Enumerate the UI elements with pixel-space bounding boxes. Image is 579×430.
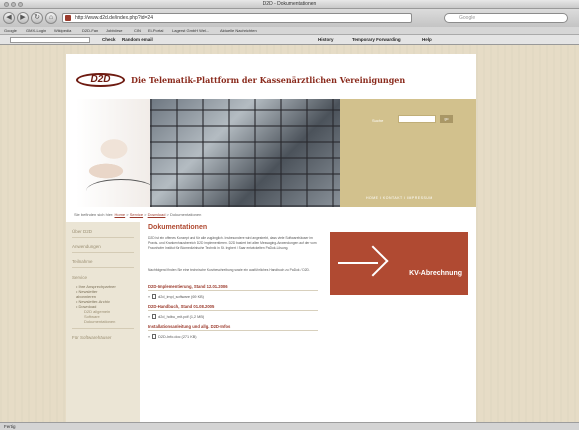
site-search-input[interactable]: [398, 115, 436, 123]
bookmark-item[interactable]: Google: [4, 27, 17, 35]
toolbar-forwarding-button[interactable]: Temporary Forwarding: [352, 35, 401, 45]
google-toolbar: Check Random email History Temporary For…: [0, 35, 579, 45]
download-link[interactable]: » d2d_hdbu_mit.pdf (1,2 MB): [148, 314, 204, 319]
intro-paragraph: D2D ist ein offenes Konzept und für alle…: [148, 236, 317, 250]
browser-toolbar: ◀ ▶ ↻ ⌂ http://www.d2d.de/index.php?id=2…: [0, 9, 579, 27]
address-bar-text: http://www.d2d.de/index.php?id=24: [75, 15, 153, 21]
breadcrumb-current: Dokumentationen: [169, 212, 202, 217]
bookmark-item[interactable]: Aktuelle Nachrichten: [220, 27, 257, 35]
kv-abrechnung-teaser[interactable]: KV-Abrechnung: [330, 232, 468, 295]
sidebar-item-anwendungen[interactable]: Anwendungen: [72, 244, 101, 249]
bookmark-item[interactable]: Jobbörse: [106, 27, 122, 35]
page-title: Dokumentationen: [148, 224, 208, 231]
status-bar: Fertig: [0, 422, 579, 430]
section-heading: D2D-Implementierung, Stand 12.01.2006: [148, 284, 228, 289]
top-links[interactable]: HOME I KONTAKT I IMPRESSUM: [366, 196, 433, 200]
window-titlebar: D2D - Dokumentationen: [0, 0, 579, 9]
download-file-label: d2d_impl_software (69 KB): [158, 295, 204, 299]
sidebar-item-service[interactable]: Service: [72, 275, 87, 280]
d2d-logo[interactable]: D2D: [76, 73, 125, 87]
second-paragraph: Nachfolgend finden Sie eine technische K…: [148, 268, 310, 272]
download-file-label: D2D-Info.doc (271 KB): [158, 335, 197, 339]
toolbar-help-button[interactable]: Help: [422, 35, 432, 45]
status-text: Fertig: [4, 424, 16, 429]
section-divider: [148, 330, 318, 331]
sidebar-divider: [72, 237, 134, 238]
site-favicon-icon: [65, 15, 71, 21]
mouse-cord-image: [86, 179, 156, 203]
breadcrumb: Sie befinden sich hier: Home > Service >…: [74, 212, 202, 217]
download-link[interactable]: » D2D-Info.doc (271 KB): [148, 334, 197, 339]
web-page: D2D Die Telematik-Plattform der Kassenär…: [66, 54, 476, 422]
reload-icon[interactable]: ↻: [31, 12, 43, 24]
toolbar-search-input[interactable]: [10, 37, 90, 43]
page-viewport: D2D Die Telematik-Plattform der Kassenär…: [0, 45, 579, 422]
bookmarks-bar: Google GMX-Login Wikipedia D2D-Fan Jobbö…: [0, 27, 579, 35]
kv-abrechnung-label: KV-Abrechnung: [409, 270, 462, 277]
address-bar[interactable]: http://www.d2d.de/index.php?id=24: [62, 13, 412, 23]
sidebar-sub2-dokumentationen[interactable]: Dokumentationen: [84, 319, 115, 324]
bookmark-item[interactable]: Wikipedia: [54, 27, 71, 35]
header-banner: Suche go HOME I KONTAKT I IMPRESSUM: [66, 99, 476, 207]
document-icon: [152, 294, 157, 299]
breadcrumb-prefix: Sie befinden sich hier:: [74, 212, 114, 217]
search-label: Suche: [372, 118, 384, 123]
breadcrumb-service-link[interactable]: Service: [130, 212, 143, 217]
bookmark-item[interactable]: Ei-Portal: [148, 27, 163, 35]
sidebar-item-teilnahme[interactable]: Teilnahme: [72, 259, 93, 264]
forward-arrow-icon[interactable]: ▶: [17, 12, 29, 24]
sidebar-divider: [72, 328, 134, 329]
section-divider: [148, 290, 318, 291]
breadcrumb-download-link[interactable]: Download: [148, 212, 166, 217]
building-facade-image: [150, 99, 340, 207]
download-file-label: d2d_hdbu_mit.pdf (1,2 MB): [158, 315, 205, 319]
bookmark-item[interactable]: GMX-Login: [26, 27, 46, 35]
sidebar-item-softwarehaeuser[interactable]: Für Softwarehäuser: [72, 335, 112, 340]
section-heading: Installationsanleitung und allg. D2D-Inf…: [148, 324, 231, 329]
back-arrow-icon[interactable]: ◀: [3, 12, 15, 24]
download-link[interactable]: » d2d_impl_software (69 KB): [148, 294, 204, 299]
document-icon: [152, 314, 157, 319]
site-tagline: Die Telematik-Plattform der Kassenärztli…: [131, 75, 406, 85]
home-icon[interactable]: ⌂: [45, 12, 57, 24]
breadcrumb-home-link[interactable]: Home: [114, 212, 125, 217]
toolbar-history-button[interactable]: History: [318, 35, 334, 45]
toolbar-check-button[interactable]: Check: [102, 35, 116, 45]
site-header: D2D Die Telematik-Plattform der Kassenär…: [66, 54, 476, 99]
bookmark-item[interactable]: CIN: [134, 27, 141, 35]
sidebar-item-ueber-d2d[interactable]: Über D2D: [72, 229, 92, 234]
search-placeholder: Google: [459, 15, 476, 21]
site-search-button[interactable]: go: [440, 115, 453, 123]
bookmark-item[interactable]: D2D-Fan: [82, 27, 98, 35]
document-icon: [152, 334, 157, 339]
section-heading: D2D-Handbuch, Stand 01.08.2005: [148, 304, 215, 309]
arrow-head-icon: [357, 245, 389, 277]
section-divider: [148, 310, 318, 311]
sidebar-nav: Über D2D Anwendungen Teilnahme Service •…: [66, 222, 140, 422]
bookmark-item[interactable]: Lagerst GmbH Wel...: [172, 27, 209, 35]
sidebar-divider: [72, 252, 134, 253]
window-title: D2D - Dokumentationen: [262, 1, 317, 7]
toolbar-random-email-button[interactable]: Random email: [122, 35, 153, 45]
sidebar-divider: [72, 267, 134, 268]
search-field[interactable]: Google: [444, 13, 568, 23]
